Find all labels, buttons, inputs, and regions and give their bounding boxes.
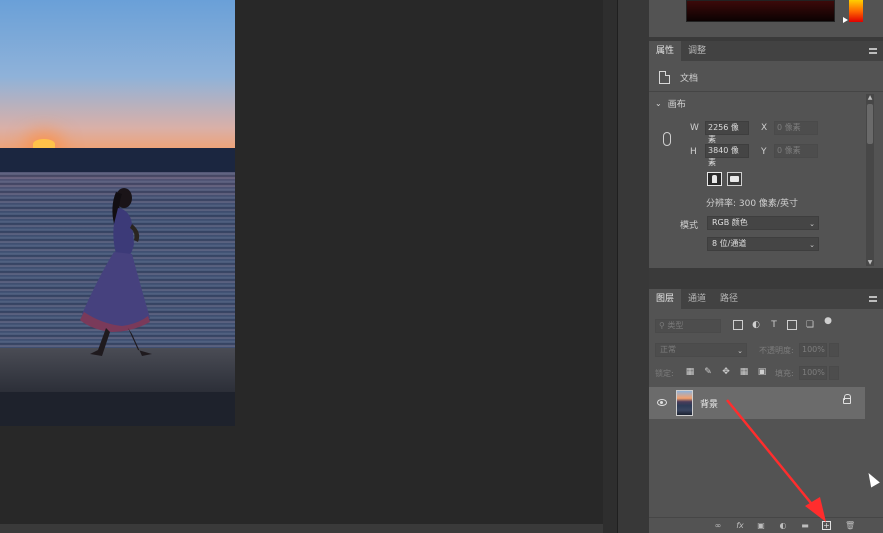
lock-artboard-icon[interactable]: ▦ — [739, 367, 749, 377]
lock-label: 锁定: — [655, 369, 674, 378]
y-field[interactable]: 0 像素 — [774, 144, 818, 158]
document-photo[interactable] — [0, 0, 235, 426]
scroll-down-arrow[interactable]: ▼ — [866, 259, 874, 266]
color-picker-panel — [649, 0, 883, 37]
canvas-area[interactable] — [0, 0, 603, 524]
height-field[interactable]: 3840 像素 — [705, 144, 749, 167]
type-filter-icon[interactable]: T — [769, 320, 779, 330]
layer-filter-kind-select[interactable]: ⚲ 类型 — [655, 319, 721, 333]
height-label: H — [690, 147, 697, 157]
horizon-hills — [0, 148, 235, 172]
lock-position-icon[interactable]: ✥ — [721, 367, 731, 377]
link-icon[interactable]: ∞ — [713, 521, 723, 531]
lock-row: 锁定: ▦ ✎ ✥ ▦ ▣ 填充: 100% — [655, 366, 877, 380]
lock-pixels-icon[interactable]: ✎ — [703, 367, 713, 377]
properties-menu-icon[interactable] — [869, 48, 877, 54]
canvas-section-header[interactable]: ⌄ 画布 — [655, 97, 686, 110]
properties-panel: 文档 ⌄ 画布 W 2256 像素 X 0 像素 H 3840 像素 Y 0 像… — [649, 61, 883, 268]
blend-mode-value: 正常 — [660, 345, 676, 354]
properties-tabbar: 属性 调整 — [649, 41, 883, 61]
chevron-down-icon: ⌄ — [737, 347, 743, 355]
x-label: X — [761, 123, 768, 133]
link-chain-icon[interactable] — [663, 132, 671, 146]
fill-label: 填充: — [775, 369, 794, 378]
photoshop-window: { "properties_panel": { "tabs": ["属性", "… — [0, 0, 883, 533]
bit-depth-value: 8 位/通道 — [712, 239, 747, 248]
document-label: 文档 — [680, 73, 699, 84]
ground — [0, 392, 235, 426]
x-field[interactable]: 0 像素 — [774, 121, 818, 135]
trash-icon[interactable]: 🗑 — [845, 521, 855, 531]
width-label: W — [690, 123, 699, 133]
tab-paths[interactable]: 路径 — [713, 289, 745, 309]
layers-bottom-toolbar: ∞ fx ▣ ◐ ▬ + 🗑 — [649, 517, 883, 533]
layers-menu-icon[interactable] — [869, 296, 877, 302]
tab-adjustments[interactable]: 调整 — [681, 41, 713, 61]
opacity-label: 不透明度: — [759, 346, 794, 355]
adjustment-filter-icon[interactable]: ◐ — [751, 320, 761, 330]
fill-field[interactable]: 100% — [799, 366, 827, 380]
hue-marker — [843, 17, 848, 23]
divider — [649, 91, 883, 92]
document-icon — [659, 70, 670, 84]
adjustment-icon[interactable]: ◐ — [778, 521, 788, 531]
right-panel-column: 属性 调整 文档 ⌄ 画布 W 2256 像素 X 0 像素 H 3840 像素… — [649, 0, 883, 533]
pixel-filter-icon[interactable] — [733, 320, 743, 330]
woman-silhouette — [80, 188, 152, 356]
lock-transparent-icon[interactable]: ▦ — [685, 367, 695, 377]
panel-gap — [649, 268, 883, 289]
collapsed-panel-dock — [617, 0, 649, 533]
layers-panel: ⚲ 类型 ◐ T ❏ ● 正常 ⌄ 不透明度: 100% 锁定: ▦ ✎ ✥ ▦… — [649, 309, 883, 517]
filter-kind-label: 类型 — [667, 321, 684, 330]
scroll-up-arrow[interactable]: ▲ — [866, 94, 874, 101]
landscape-orientation-button[interactable] — [727, 172, 742, 186]
smart-object-filter-icon[interactable]: ❏ — [805, 320, 815, 330]
scroll-thumb[interactable] — [867, 104, 873, 144]
panel-splitter[interactable] — [603, 0, 617, 533]
opacity-field[interactable]: 100% — [799, 343, 827, 357]
y-label: Y — [761, 147, 767, 157]
mode-label: 模式 — [680, 221, 699, 231]
opacity-dropdown[interactable] — [829, 343, 839, 357]
group-folder-icon[interactable]: ▬ — [800, 521, 810, 531]
mask-icon[interactable]: ▣ — [756, 521, 766, 531]
tab-properties[interactable]: 属性 — [649, 41, 682, 61]
canvas-section-title: 画布 — [667, 100, 686, 110]
layer-row-background[interactable]: 背景 — [649, 387, 865, 419]
resolution-text: 分辨率: 300 像素/英寸 — [706, 199, 798, 209]
color-mode-value: RGB 颜色 — [712, 218, 748, 227]
bit-depth-select[interactable]: 8 位/通道 ⌄ — [707, 237, 819, 251]
color-saturation-field[interactable] — [686, 0, 835, 22]
properties-scrollbar[interactable]: ▲ ▼ — [866, 94, 874, 266]
color-mode-select[interactable]: RGB 颜色 ⌄ — [707, 216, 819, 230]
canvas-horizontal-scrollbar[interactable] — [0, 524, 603, 533]
layers-tabbar: 图层 通道 路径 — [649, 289, 883, 309]
chevron-down-icon: ⌄ — [809, 220, 815, 228]
layer-thumbnail[interactable] — [676, 390, 693, 416]
width-field[interactable]: 2256 像素 — [705, 121, 749, 144]
document-row: 文档 — [659, 69, 698, 85]
lock-icon[interactable] — [843, 394, 851, 404]
chevron-down-icon: ⌄ — [809, 241, 815, 249]
chevron-down-icon: ⌄ — [655, 99, 662, 108]
lock-all-icon[interactable]: ▣ — [757, 367, 767, 377]
filter-toggle-icon[interactable]: ● — [823, 316, 833, 326]
blend-mode-select[interactable]: 正常 ⌄ — [655, 343, 747, 357]
layer-name[interactable]: 背景 — [700, 397, 718, 410]
hue-slider[interactable] — [849, 0, 863, 22]
tab-layers[interactable]: 图层 — [649, 289, 682, 309]
shape-filter-icon[interactable] — [787, 320, 797, 330]
blend-row: 正常 ⌄ 不透明度: 100% — [655, 343, 877, 357]
fill-dropdown[interactable] — [829, 366, 839, 380]
new-layer-icon[interactable]: + — [822, 521, 831, 530]
tab-channels[interactable]: 通道 — [681, 289, 713, 309]
eye-icon[interactable] — [657, 399, 667, 406]
portrait-orientation-button[interactable] — [707, 172, 722, 186]
fx-icon[interactable]: fx — [735, 521, 745, 531]
layer-filter-row: ⚲ 类型 ◐ T ❏ ● — [655, 316, 877, 333]
